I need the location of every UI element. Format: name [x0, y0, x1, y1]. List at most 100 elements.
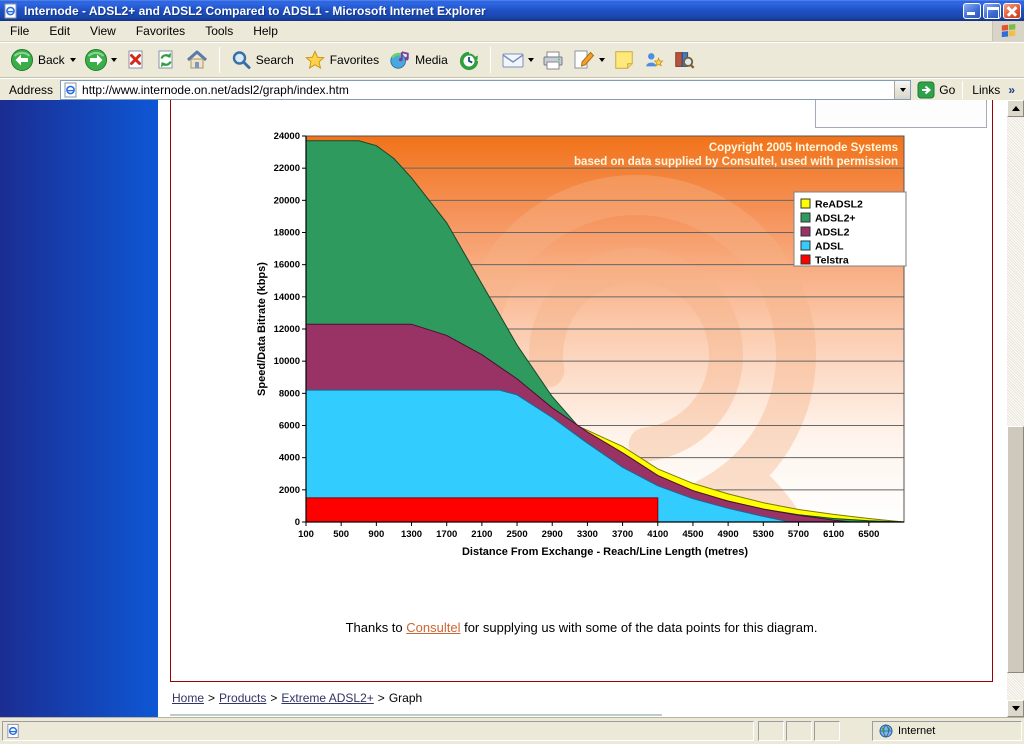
svg-text:20000: 20000 [274, 195, 300, 206]
close-button[interactable] [1003, 3, 1021, 19]
favorites-star-icon [304, 49, 326, 71]
svg-text:8000: 8000 [279, 388, 300, 399]
svg-text:500: 500 [333, 529, 349, 540]
svg-text:ADSL2+: ADSL2+ [815, 213, 856, 225]
mail-icon [501, 49, 525, 71]
media-button[interactable]: Media [385, 45, 454, 75]
thanks-text: Thanks to Consultel for supplying us wit… [171, 620, 992, 635]
stop-button[interactable] [121, 45, 151, 75]
svg-text:2500: 2500 [506, 529, 527, 540]
menu-file[interactable]: File [0, 21, 39, 41]
svg-text:4100: 4100 [647, 529, 668, 540]
home-button[interactable] [181, 45, 213, 75]
ie-page-icon [6, 723, 21, 739]
restore-button[interactable] [983, 3, 1001, 19]
scroll-up-button[interactable] [1007, 100, 1024, 117]
status-main-pane [2, 721, 754, 741]
svg-text:900: 900 [368, 529, 384, 540]
menu-edit[interactable]: Edit [39, 21, 80, 41]
links-label: Links [972, 83, 1000, 97]
browser-window: Internode - ADSL2+ and ADSL2 Compared to… [0, 0, 1024, 744]
back-dropdown-caret[interactable] [70, 58, 76, 62]
links-chevron-icon[interactable]: » [1008, 83, 1015, 97]
scrollbar-thumb[interactable] [1007, 426, 1024, 673]
minimize-button[interactable] [963, 3, 981, 19]
svg-text:2900: 2900 [542, 529, 563, 540]
svg-text:3300: 3300 [577, 529, 598, 540]
content-box: 0200040006000800010000120001400016000180… [170, 100, 993, 682]
breadcrumb-extreme-adsl2-link[interactable]: Extreme ADSL2+ [281, 691, 373, 705]
search-button[interactable]: Search [226, 45, 300, 75]
note-button[interactable] [609, 45, 639, 75]
back-icon [10, 48, 34, 72]
scroll-down-button[interactable] [1007, 700, 1024, 717]
copyright-line1: Copyright 2005 Internode Systems [709, 142, 898, 154]
go-arrow-icon [917, 81, 935, 99]
edit-dropdown-caret[interactable] [599, 58, 605, 62]
refresh-button[interactable] [151, 45, 181, 75]
edit-button[interactable] [568, 45, 609, 75]
title-bar: Internode - ADSL2+ and ADSL2 Compared to… [0, 0, 1024, 21]
ie-page-icon [63, 82, 79, 98]
svg-text:100: 100 [298, 529, 314, 540]
print-icon [542, 49, 564, 71]
breadcrumb-products-link[interactable]: Products [219, 691, 266, 705]
svg-text:6500: 6500 [858, 529, 879, 540]
svg-text:ADSL: ADSL [815, 241, 844, 253]
research-icon [673, 49, 695, 71]
breadcrumb: Home>Products>Extreme ADSL2+>Graph [172, 691, 422, 705]
footer-edge-line [170, 714, 662, 716]
breadcrumb-separator: > [208, 691, 215, 705]
status-small-pane [758, 721, 784, 741]
back-button[interactable]: Back [6, 45, 80, 75]
top-right-cutoff-box [815, 100, 987, 128]
media-label: Media [415, 53, 448, 67]
research-button[interactable] [669, 45, 699, 75]
svg-text:4900: 4900 [718, 529, 739, 540]
menu-favorites[interactable]: Favorites [126, 21, 195, 41]
address-input[interactable] [82, 82, 894, 98]
toolbar-separator [219, 47, 220, 73]
address-label: Address [2, 83, 60, 97]
stop-icon [125, 49, 147, 71]
mail-button[interactable] [497, 45, 538, 75]
favorites-button[interactable]: Favorites [300, 45, 385, 75]
svg-text:Telstra: Telstra [815, 255, 849, 267]
breadcrumb-home-link[interactable]: Home [172, 691, 204, 705]
links-separator [962, 81, 963, 99]
go-button[interactable]: Go [917, 81, 955, 99]
forward-dropdown-caret[interactable] [111, 58, 117, 62]
breadcrumb-separator: > [270, 691, 277, 705]
windows-logo-icon [992, 21, 1024, 41]
svg-text:12000: 12000 [274, 324, 300, 335]
scroll-down-arrow-icon [1012, 706, 1020, 711]
consultel-link[interactable]: Consultel [406, 620, 460, 635]
status-small-pane [814, 721, 840, 741]
menu-tools[interactable]: Tools [195, 21, 243, 41]
left-blue-sidebar [0, 100, 158, 717]
mail-dropdown-caret[interactable] [528, 58, 534, 62]
history-button[interactable] [454, 45, 484, 75]
menu-help[interactable]: Help [243, 21, 288, 41]
svg-text:0: 0 [295, 517, 300, 528]
svg-text:ReADSL2: ReADSL2 [815, 199, 863, 211]
messenger-button[interactable] [639, 45, 669, 75]
links-bar[interactable]: Links » [965, 83, 1022, 97]
window-title: Internode - ADSL2+ and ADSL2 Compared to… [24, 4, 961, 18]
vertical-scrollbar[interactable] [1007, 100, 1024, 717]
media-icon [389, 49, 411, 71]
back-label: Back [38, 53, 65, 67]
svg-text:6000: 6000 [279, 421, 300, 432]
address-dropdown-button[interactable] [894, 81, 910, 99]
forward-button[interactable] [80, 45, 121, 75]
menu-view[interactable]: View [80, 21, 126, 41]
page-viewport: 0200040006000800010000120001400016000180… [0, 100, 1024, 717]
speed-distance-chart: 0200040006000800010000120001400016000180… [251, 130, 911, 575]
svg-text:22000: 22000 [274, 163, 300, 174]
svg-text:14000: 14000 [274, 292, 300, 303]
thanks-prefix: Thanks to [346, 620, 407, 635]
menu-bar: File Edit View Favorites Tools Help [0, 21, 1024, 42]
y-axis-title: Speed/Data Bitrate (kbps) [256, 262, 268, 396]
svg-text:5300: 5300 [753, 529, 774, 540]
print-button[interactable] [538, 45, 568, 75]
